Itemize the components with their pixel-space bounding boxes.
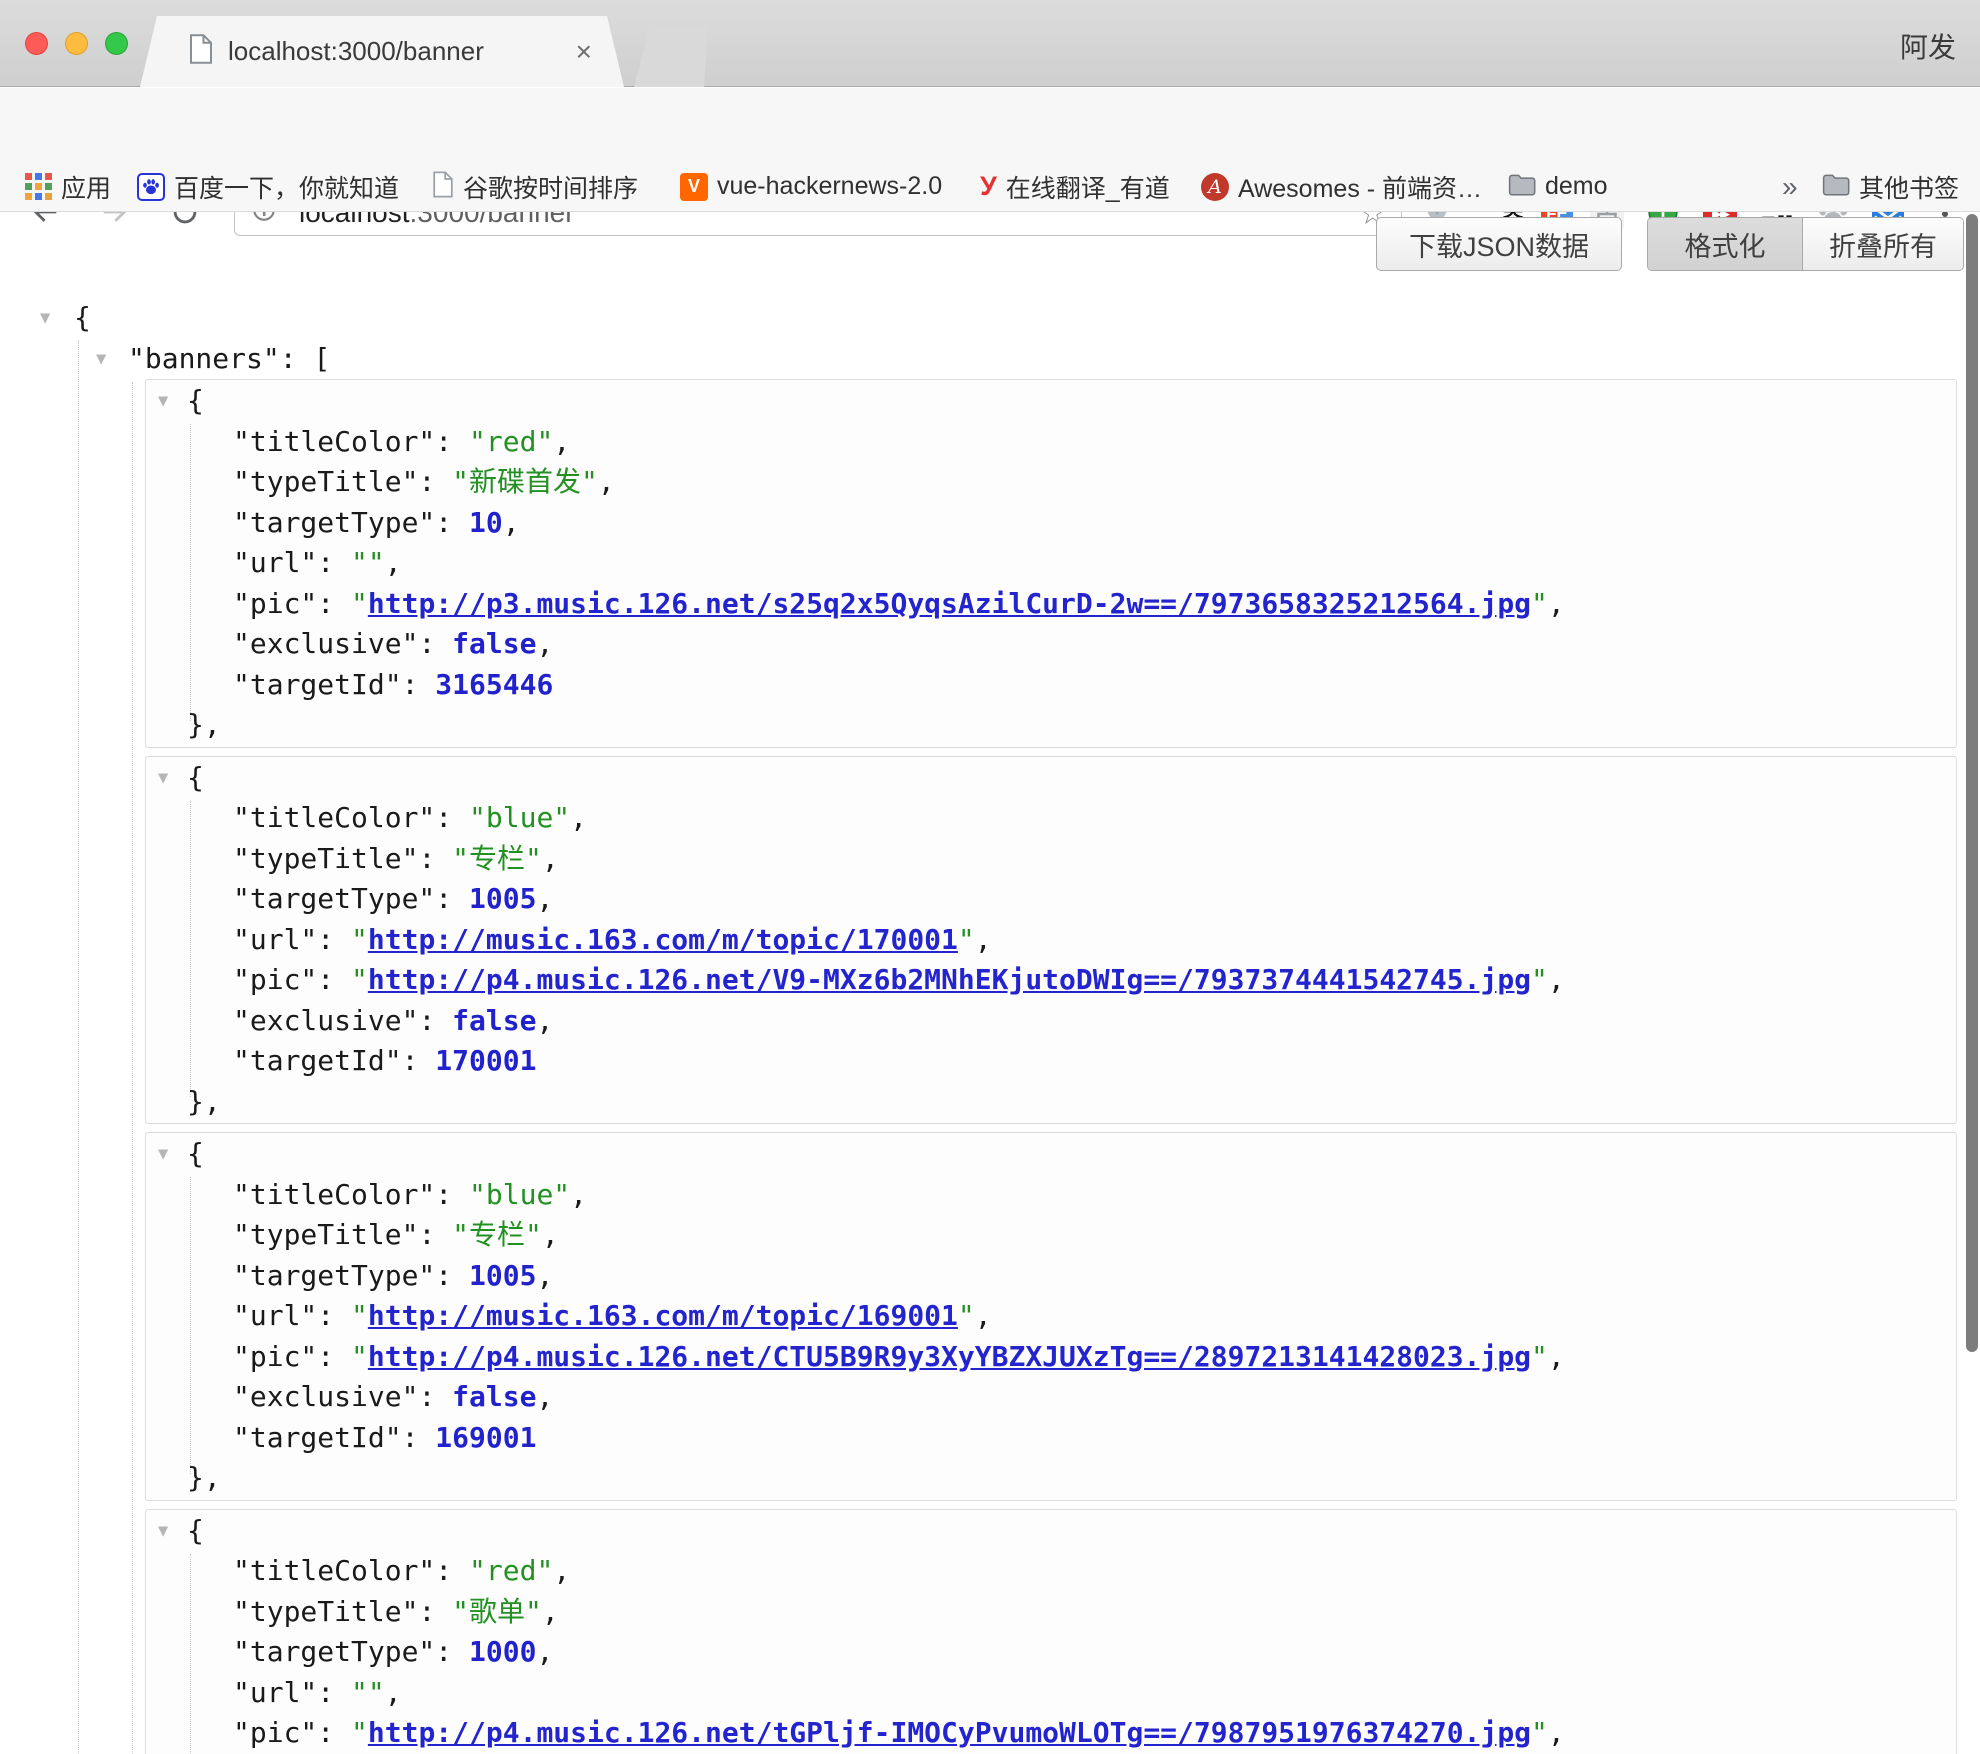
collapse-triangle-icon[interactable]: ▼ xyxy=(158,1134,168,1175)
json-property-url: "url": "", xyxy=(146,1673,1956,1714)
awesomes-icon: A xyxy=(1201,173,1229,201)
youdao-icon: У xyxy=(980,173,997,200)
bookmark-youdao-translate[interactable]: У 在线翻译_有道 xyxy=(980,162,1170,211)
bookmark-apps[interactable]: 应用 xyxy=(25,162,111,211)
tab-close-icon[interactable]: × xyxy=(576,36,592,68)
json-url-link[interactable]: http://p4.music.126.net/V9-MXz6b2MNhEKju… xyxy=(368,963,1531,996)
window-close-button[interactable] xyxy=(25,32,48,55)
page-icon xyxy=(432,171,454,203)
json-property-targetId: "targetId": 170001 xyxy=(146,1041,1956,1082)
profile-name[interactable]: 阿发 xyxy=(1900,26,1956,66)
collapse-triangle-icon[interactable]: ▼ xyxy=(158,381,168,422)
json-property-url: "url": "http://music.163.com/m/topic/170… xyxy=(146,920,1956,961)
json-property-targetType: "targetType": 1005, xyxy=(146,879,1956,920)
banner-object-2: ▼{"titleColor": "blue","typeTitle": "专栏"… xyxy=(145,756,1957,1125)
json-property-typeTitle: "typeTitle": "专栏", xyxy=(146,1215,1956,1256)
json-url-link[interactable]: http://p4.music.126.net/tGPljf-IMOCyPvum… xyxy=(368,1716,1531,1749)
json-property-pic: "pic": "http://p4.music.126.net/CTU5B9R9… xyxy=(146,1337,1956,1378)
json-property-titleColor: "titleColor": "red", xyxy=(146,1551,1956,1592)
vertical-scrollbar-thumb[interactable] xyxy=(1966,214,1978,1352)
object-close-line: }, xyxy=(146,1458,1956,1499)
format-button[interactable]: 格式化 xyxy=(1648,218,1803,270)
bookmarks-bar: 应用 百度一下，你就知道 谷歌按时间排序 V vue-hackernews-2.… xyxy=(0,162,1980,212)
apps-grid-icon xyxy=(25,173,52,200)
json-property-typeTitle: "typeTitle": "歌单", xyxy=(146,1592,1956,1633)
json-property-titleColor: "titleColor": "blue", xyxy=(146,1175,1956,1216)
bookmark-vue-hackernews[interactable]: V vue-hackernews-2.0 xyxy=(680,162,942,211)
bookmark-awesomes[interactable]: A Awesomes - 前端资… xyxy=(1201,162,1482,211)
tab-title: localhost:3000/banner xyxy=(228,36,484,67)
bookmarks-overflow-chevron[interactable]: » xyxy=(1782,162,1798,211)
object-open-line: ▼{ xyxy=(146,1511,1956,1552)
json-property-targetId: "targetId": 3165446 xyxy=(146,665,1956,706)
folder-icon xyxy=(1508,173,1536,201)
banner-object-3: ▼{"titleColor": "blue","typeTitle": "专栏"… xyxy=(145,1132,1957,1501)
json-property-targetId: "targetId": 169001 xyxy=(146,1418,1956,1459)
json-property-url: "url": "", xyxy=(146,543,1956,584)
json-viewer: ▼ { ▼"banners": [ ▼{"titleColor": "red",… xyxy=(0,298,1957,1754)
json-url-link[interactable]: http://music.163.com/m/topic/170001 xyxy=(368,923,958,956)
folder-icon xyxy=(1822,173,1850,201)
json-property-pic: "pic": "http://p4.music.126.net/V9-MXz6b… xyxy=(146,960,1956,1001)
object-open-line: ▼{ xyxy=(146,1134,1956,1175)
json-property-url: "url": "http://music.163.com/m/topic/169… xyxy=(146,1296,1956,1337)
json-property-titleColor: "titleColor": "red", xyxy=(146,422,1956,463)
json-property-titleColor: "titleColor": "blue", xyxy=(146,798,1956,839)
other-bookmarks-folder[interactable]: 其他书签 xyxy=(1822,162,1959,211)
object-open-line: ▼{ xyxy=(146,758,1956,799)
json-property-typeTitle: "typeTitle": "专栏", xyxy=(146,839,1956,880)
json-url-link[interactable]: http://music.163.com/m/topic/169001 xyxy=(368,1299,958,1332)
json-property-targetType: "targetType": 1000, xyxy=(146,1632,1956,1673)
json-url-link[interactable]: http://p4.music.126.net/CTU5B9R9y3XyYBZX… xyxy=(368,1340,1531,1373)
bookmark-demo-folder[interactable]: demo xyxy=(1508,162,1608,211)
collapse-triangle-icon[interactable]: ▼ xyxy=(158,758,168,799)
window-maximize-button[interactable] xyxy=(105,32,128,55)
browser-toolbar: localhost:3000/banner ☆ 英 FE T ▶▶ xyxy=(0,88,1980,162)
json-property-targetType: "targetType": 10, xyxy=(146,503,1956,544)
collapse-all-button[interactable]: 折叠所有 xyxy=(1803,218,1963,270)
json-property-pic: "pic": "http://p4.music.126.net/tGPljf-I… xyxy=(146,1713,1956,1754)
bookmark-google-sort[interactable]: 谷歌按时间排序 xyxy=(432,162,638,211)
tab-strip: localhost:3000/banner × 阿发 xyxy=(0,0,1980,87)
json-property-exclusive: "exclusive": false, xyxy=(146,1377,1956,1418)
banner-object-4: ▼{"titleColor": "red","typeTitle": "歌单",… xyxy=(145,1509,1957,1754)
window-minimize-button[interactable] xyxy=(65,32,88,55)
json-property-pic: "pic": "http://p3.music.126.net/s25q2x5Q… xyxy=(146,584,1956,625)
browser-window: { "browser": { "profile_name": "阿发", "wi… xyxy=(0,0,1980,1754)
banner-object-1: ▼{"titleColor": "red","typeTitle": "新碟首发… xyxy=(145,379,1957,748)
collapse-triangle-icon[interactable]: ▼ xyxy=(40,298,50,339)
json-root-line: ▼ { xyxy=(0,298,1957,339)
object-close-line: }, xyxy=(146,705,1956,746)
json-url-link[interactable]: http://p3.music.126.net/s25q2x5QyqsAzilC… xyxy=(368,587,1531,620)
collapse-triangle-icon[interactable]: ▼ xyxy=(158,1511,168,1552)
object-open-line: ▼{ xyxy=(146,381,1956,422)
json-property-typeTitle: "typeTitle": "新碟首发", xyxy=(146,462,1956,503)
download-json-button[interactable]: 下载JSON数据 xyxy=(1376,217,1622,271)
json-property-exclusive: "exclusive": false, xyxy=(146,1001,1956,1042)
json-property-targetType: "targetType": 1005, xyxy=(146,1256,1956,1297)
bookmark-baidu[interactable]: 百度一下，你就知道 xyxy=(137,162,399,211)
new-tab-button[interactable] xyxy=(634,26,708,87)
vue-bookmark-icon: V xyxy=(680,173,708,201)
page-favicon xyxy=(188,34,214,69)
collapse-triangle-icon[interactable]: ▼ xyxy=(96,339,106,380)
json-property-exclusive: "exclusive": false, xyxy=(146,624,1956,665)
browser-tab[interactable]: localhost:3000/banner × xyxy=(140,16,624,87)
baidu-paw-icon xyxy=(137,173,165,201)
object-close-line: }, xyxy=(146,1082,1956,1123)
json-banners-line: ▼"banners": [ xyxy=(0,339,1957,380)
format-collapse-button-group: 格式化 折叠所有 xyxy=(1647,217,1964,271)
